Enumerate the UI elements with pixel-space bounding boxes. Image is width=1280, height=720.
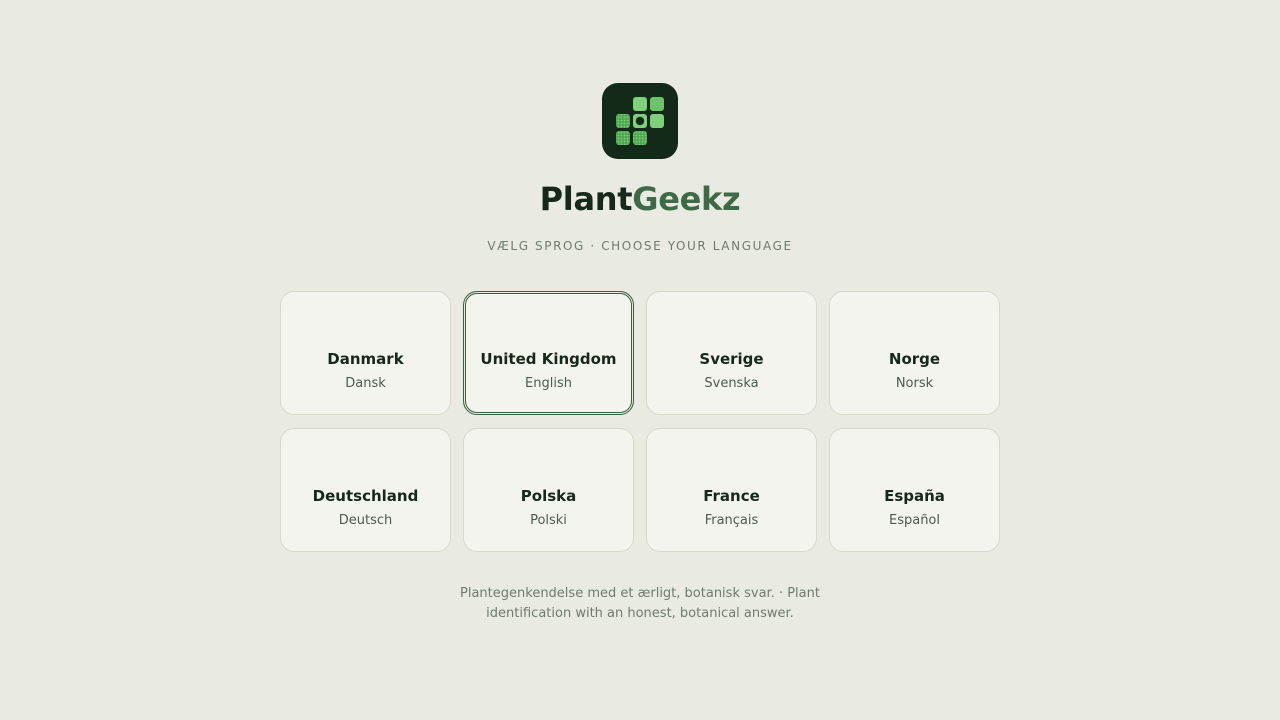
language-prompt: VÆLG SPROG · CHOOSE YOUR LANGUAGE [487,239,793,253]
app-title-part-plant: Plant [539,180,633,218]
language-name: Polski [530,513,567,528]
language-card-norge[interactable]: Norge Norsk [829,291,1000,415]
tagline: Plantegenkendelse med et ærligt, botanis… [460,586,820,621]
language-name: Norsk [895,376,934,391]
language-name: Svenska [704,376,759,391]
language-card-sverige[interactable]: Sverige Svenska [646,291,817,415]
language-card-united-kingdom[interactable]: United Kingdom English [463,291,634,415]
language-name: Dansk [345,376,386,391]
language-card-france[interactable]: France Français [646,428,817,552]
country-name: Deutschland [312,487,419,505]
country-name: Sverige [699,350,764,368]
language-card-polska[interactable]: Polska Polski [463,428,634,552]
country-name: France [703,487,760,505]
plant-grid-icon [616,97,664,145]
language-name: Français [704,513,759,528]
language-name: Deutsch [338,513,393,528]
language-name: English [525,376,572,391]
app-logo [602,83,678,159]
country-name: Polska [520,487,577,505]
app-title: PlantGeekz [0,178,1280,220]
language-name: Español [888,513,940,528]
language-card-deutschland[interactable]: Deutschland Deutsch [280,428,451,552]
app-title-part-geekz: Geekz [632,180,741,218]
country-name: Danmark [327,350,404,368]
country-name: Norge [888,350,941,368]
country-name: España [884,487,945,505]
language-grid: Danmark Dansk United Kingdom English Sve… [280,291,1000,552]
language-card-espana[interactable]: España Español [829,428,1000,552]
language-card-danmark[interactable]: Danmark Dansk [280,291,451,415]
country-name: United Kingdom [480,350,617,368]
